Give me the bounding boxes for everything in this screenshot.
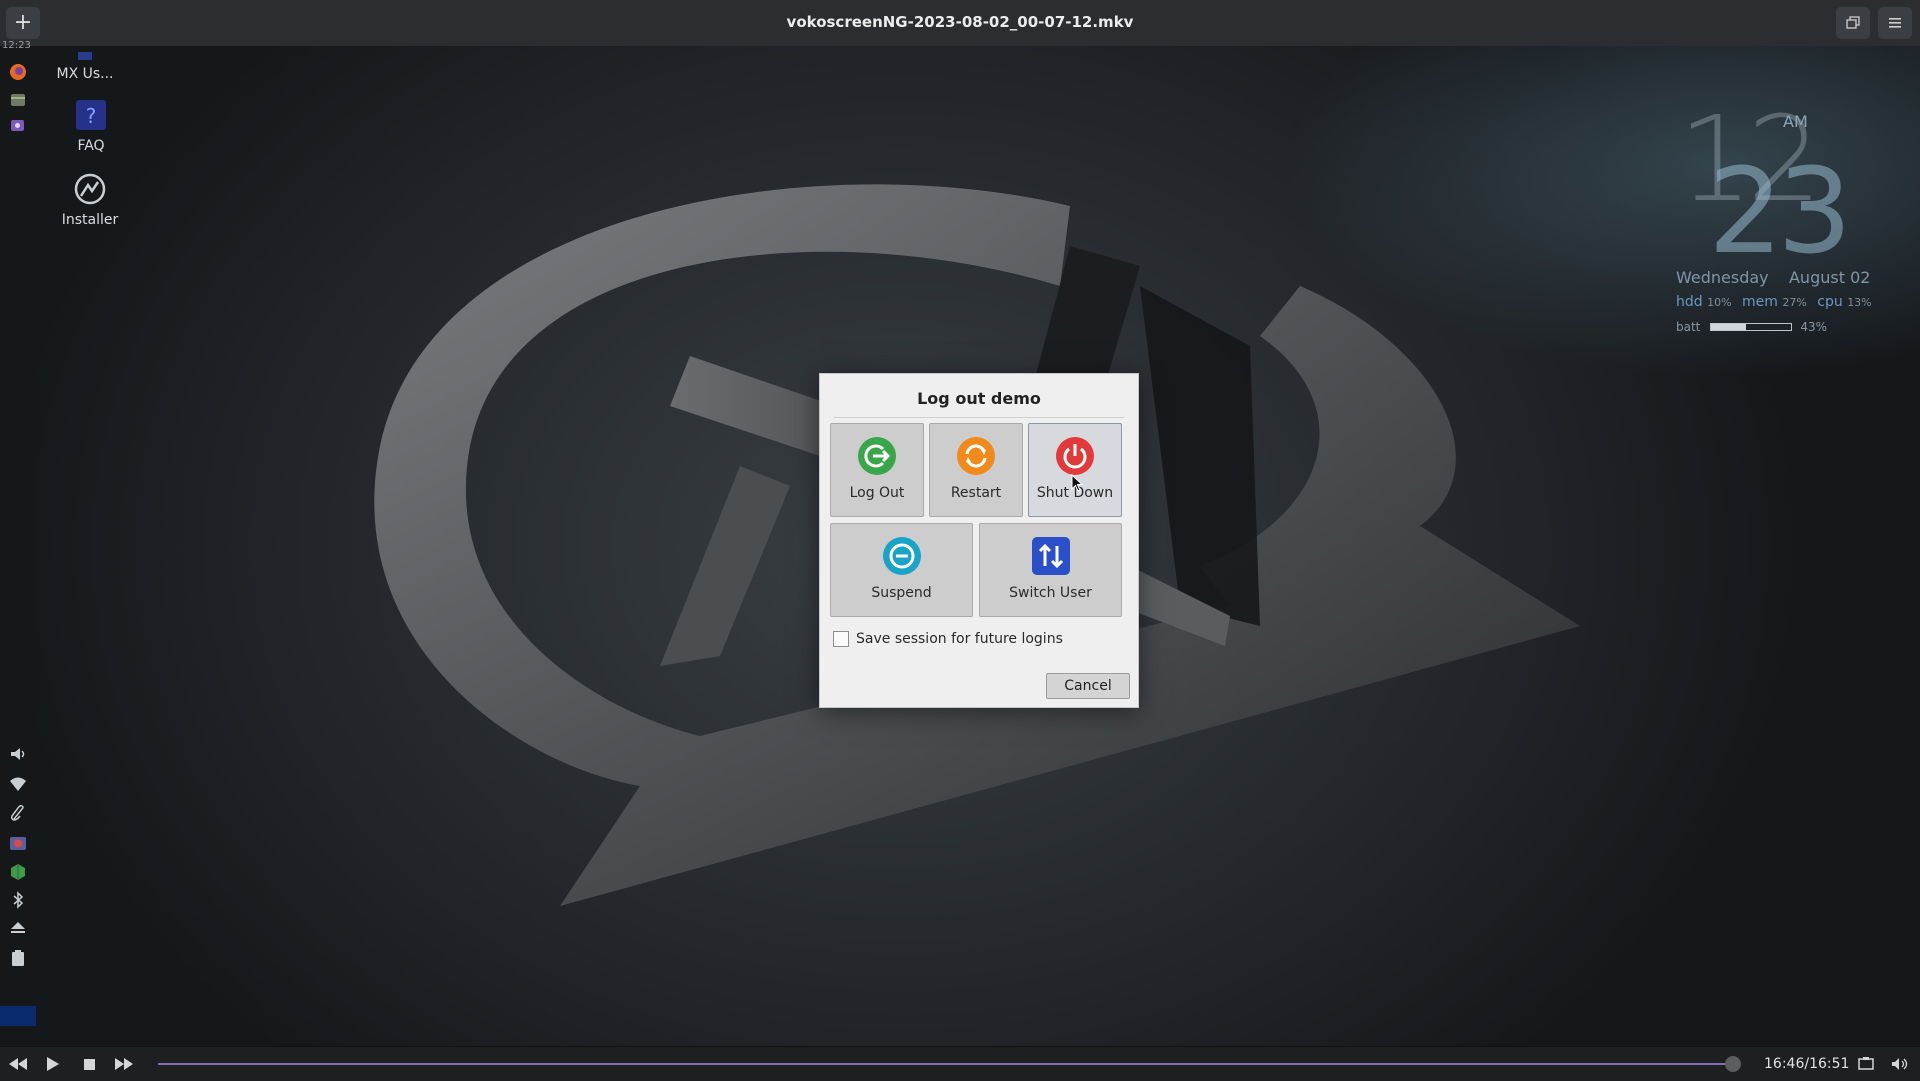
mem-label: mem xyxy=(1742,294,1778,310)
logout-button[interactable]: Log Out xyxy=(830,423,924,517)
switch-user-label: Switch User xyxy=(1009,585,1092,601)
dialog-separator xyxy=(834,417,1124,418)
workspace-indicator[interactable] xyxy=(0,1006,36,1026)
battery-bar-fill xyxy=(1711,324,1746,330)
bluetooth-icon[interactable] xyxy=(6,888,30,912)
fullscreen-toggle-button[interactable] xyxy=(1836,7,1870,39)
desktop-icon-label: MX Us... xyxy=(56,66,114,82)
battery-stats: batt 43% xyxy=(1676,320,1827,334)
stop-icon xyxy=(83,1058,95,1070)
desktop-icon-label: FAQ xyxy=(77,138,105,154)
save-session-label: Save session for future logins xyxy=(856,631,1063,647)
player-title-bar: + vokoscreenNG-2023-08-02_00-07-12.mkv xyxy=(0,0,1920,47)
play-icon xyxy=(47,1057,59,1071)
installer-icon xyxy=(73,172,107,206)
desktop-icon-label: Installer xyxy=(61,212,119,228)
desktop-icon-faq[interactable]: ? FAQ xyxy=(36,98,146,154)
logout-label: Log Out xyxy=(849,485,905,501)
switch-user-button[interactable]: Switch User xyxy=(979,523,1122,617)
suspend-icon xyxy=(882,537,921,575)
screen-icon xyxy=(1858,1057,1874,1070)
playback-time: 16:46/16:51 xyxy=(1764,1056,1850,1072)
volume-icon[interactable] xyxy=(6,742,30,766)
aspect-ratio-button[interactable] xyxy=(1856,1055,1876,1073)
restore-window-icon xyxy=(1846,16,1860,29)
conky-clock-widget: 12 23 AM Wednesday August 02 hdd 10% mem… xyxy=(1670,90,1920,352)
suspend-label: Suspend xyxy=(871,585,932,601)
media-player-bar: 16:46/16:51 xyxy=(0,1046,1920,1081)
battery-bar xyxy=(1710,323,1793,331)
mem-value: 27% xyxy=(1782,296,1807,309)
restart-button[interactable]: Restart xyxy=(929,423,1023,517)
logout-dialog: Log out demo Log Out Restart Shut Down S… xyxy=(819,373,1139,708)
mouse-cursor-icon xyxy=(1071,474,1083,492)
svg-text:?: ? xyxy=(86,104,97,128)
save-session-checkbox[interactable] xyxy=(833,631,849,647)
batt-label: batt xyxy=(1676,320,1701,334)
restart-label: Restart xyxy=(950,485,1002,501)
play-button[interactable] xyxy=(43,1055,63,1073)
rewind-icon xyxy=(9,1058,27,1070)
seek-bar-played xyxy=(158,1063,1734,1065)
menu-button[interactable] xyxy=(1878,7,1912,39)
recording-indicator-icon[interactable] xyxy=(6,832,30,856)
speaker-icon xyxy=(1892,1058,1908,1070)
clock-ampm: AM xyxy=(1783,112,1808,131)
clock-day: August 02 xyxy=(1788,268,1871,287)
cpu-label: cpu xyxy=(1817,294,1843,310)
fast-forward-button[interactable] xyxy=(114,1055,134,1073)
panel-clock: 12:23 xyxy=(2,40,31,51)
cpu-value: 13% xyxy=(1847,296,1872,309)
window-title: vokoscreenNG-2023-08-02_00-07-12.mkv xyxy=(786,13,1134,31)
cancel-button[interactable]: Cancel xyxy=(1046,673,1130,699)
save-session-row[interactable]: Save session for future logins xyxy=(833,631,1063,647)
restart-icon xyxy=(957,437,995,475)
fast-forward-icon xyxy=(115,1058,133,1070)
firefox-icon[interactable] xyxy=(6,60,30,84)
clock-date: Wednesday August 02 xyxy=(1676,268,1870,287)
logout-icon xyxy=(858,437,896,475)
faq-icon: ? xyxy=(74,98,108,132)
desktop-icon-installer[interactable]: Installer xyxy=(35,172,145,228)
file-manager-icon[interactable] xyxy=(6,88,30,112)
hdd-value: 10% xyxy=(1707,296,1732,309)
seek-handle[interactable] xyxy=(1725,1056,1742,1072)
mx-user-manual-icon xyxy=(68,50,102,60)
stop-button[interactable] xyxy=(79,1055,99,1073)
seek-bar[interactable] xyxy=(158,1063,1738,1065)
dialog-title: Log out demo xyxy=(917,389,1041,408)
volume-button[interactable] xyxy=(1890,1055,1910,1073)
batt-value: 43% xyxy=(1800,320,1828,334)
hamburger-icon xyxy=(1889,18,1901,28)
power-icon xyxy=(1056,437,1094,475)
screen-recorder-icon[interactable] xyxy=(6,114,30,138)
clipboard-icon[interactable] xyxy=(6,802,30,826)
package-updater-icon[interactable] xyxy=(6,860,30,884)
eject-icon[interactable] xyxy=(6,916,30,940)
clock-minute: 23 xyxy=(1708,142,1852,280)
clock-weekday: Wednesday xyxy=(1676,268,1769,287)
desktop-icon-mx-user-manual[interactable]: MX Us... xyxy=(30,50,140,82)
rewind-button[interactable] xyxy=(8,1055,28,1073)
wifi-icon[interactable] xyxy=(6,772,30,796)
battery-icon[interactable] xyxy=(6,946,30,970)
shutdown-button[interactable]: Shut Down xyxy=(1028,423,1122,517)
switch-user-icon xyxy=(1031,537,1070,575)
hdd-label: hdd xyxy=(1676,294,1703,310)
suspend-button[interactable]: Suspend xyxy=(830,523,973,617)
system-stats: hdd 10% mem 27% cpu 13% xyxy=(1676,294,1878,310)
left-panel: 12:23 xyxy=(0,40,36,1046)
